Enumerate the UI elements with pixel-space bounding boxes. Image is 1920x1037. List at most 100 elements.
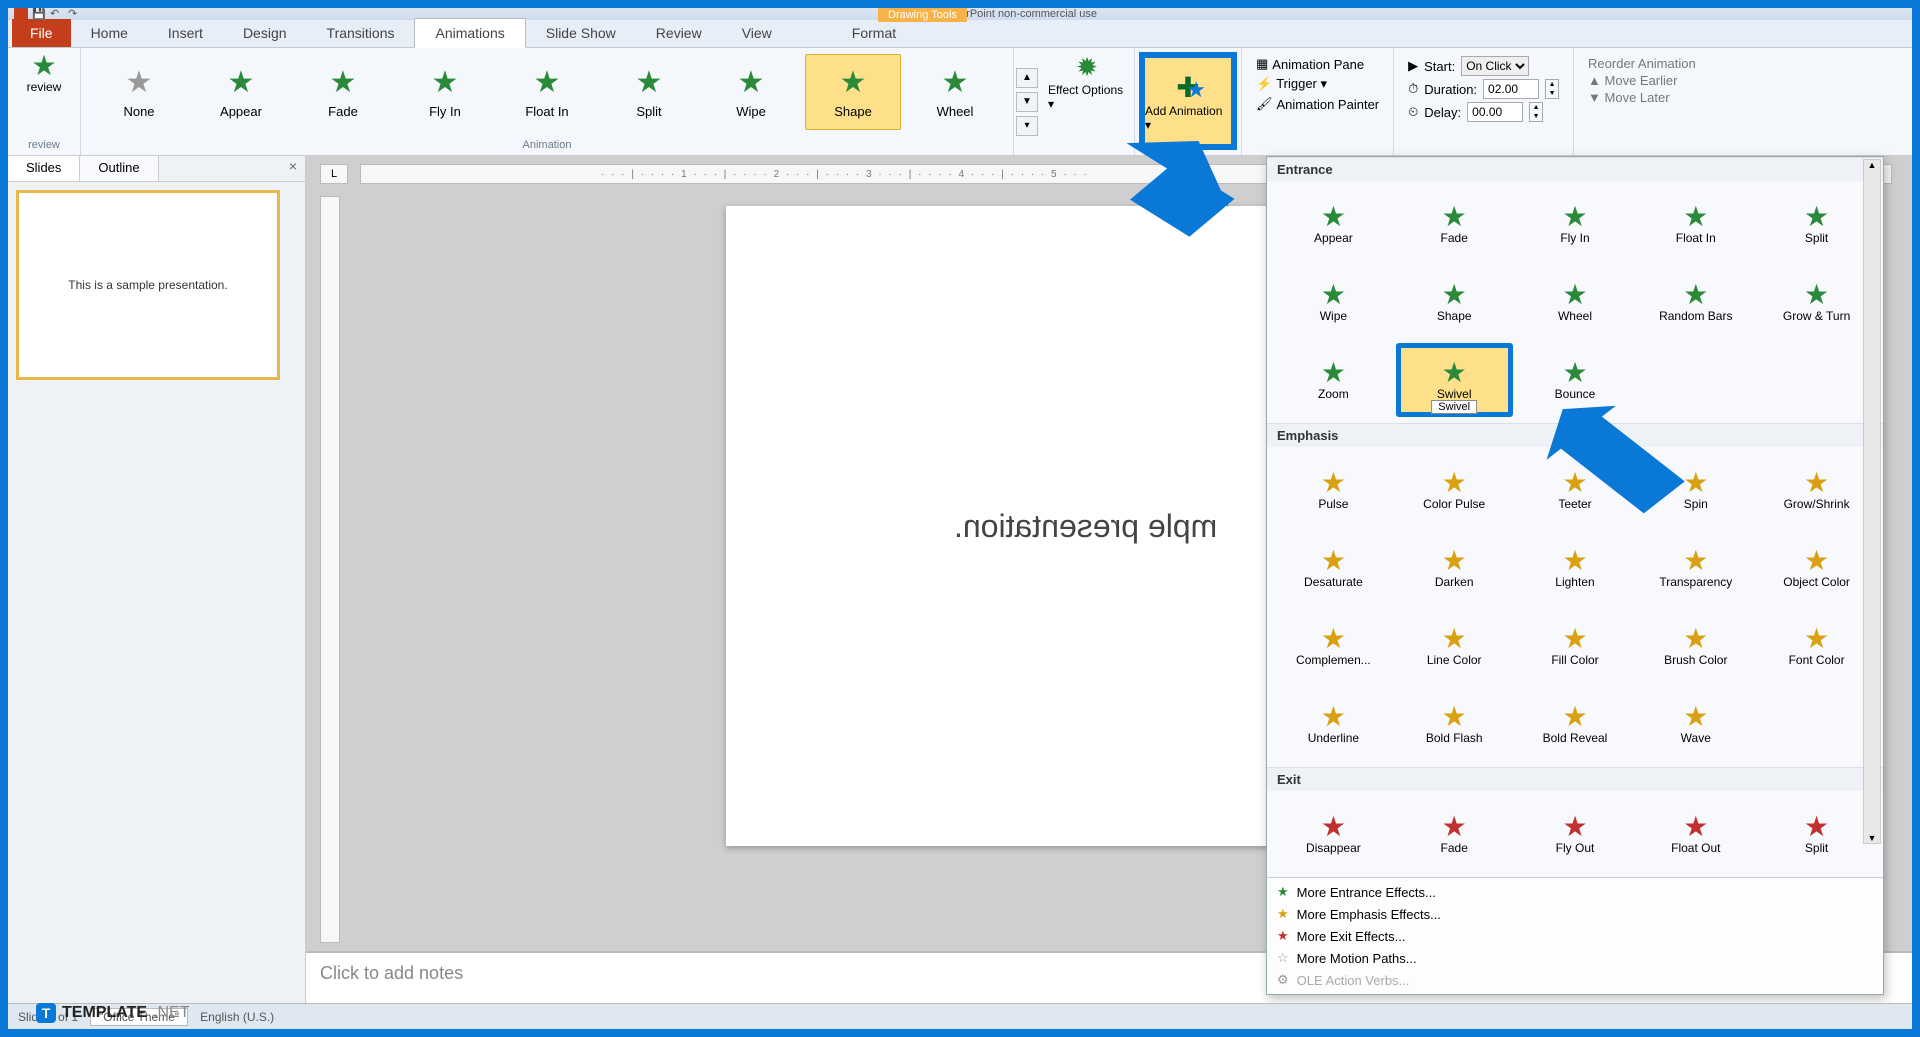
effect-grow-shrink[interactable]: ★Grow/Shrink (1758, 453, 1875, 527)
effect-object-color[interactable]: ★Object Color (1758, 531, 1875, 605)
tab-outline[interactable]: Outline (80, 156, 158, 181)
watermark-icon: T (36, 1003, 56, 1023)
thumb-text: This is a sample presentation. (68, 278, 227, 292)
delay-label: Delay: (1424, 105, 1461, 120)
effect-desaturate[interactable]: ★Desaturate (1275, 531, 1392, 605)
tab-file[interactable]: File (12, 19, 71, 47)
more-motion[interactable]: ☆More Motion Paths... (1277, 950, 1873, 966)
effect-swivel[interactable]: ★Swivel (1396, 343, 1513, 417)
watermark-net: .NET (153, 1004, 189, 1022)
effect-bold-flash[interactable]: ★Bold Flash (1396, 687, 1513, 761)
effect-split[interactable]: ★Split (1758, 187, 1875, 261)
start-label: Start: (1424, 59, 1455, 74)
panel-close[interactable]: × (281, 156, 305, 181)
animation-painter-button[interactable]: 🖌Animation Painter (1256, 96, 1379, 112)
anim-split[interactable]: ★Split (601, 54, 697, 130)
effect-fly-out[interactable]: ★Fly Out (1517, 797, 1634, 871)
anim-float-in[interactable]: ★Float In (499, 54, 595, 130)
effect-options-label: Effect Options ▾ (1048, 83, 1126, 111)
effect-darken[interactable]: ★Darken (1396, 531, 1513, 605)
anim-wheel[interactable]: ★Wheel (907, 54, 1003, 130)
effect-random-bars[interactable]: ★Random Bars (1637, 265, 1754, 339)
effect-label: Desaturate (1304, 575, 1363, 589)
tab-insert[interactable]: Insert (148, 19, 223, 47)
tab-slideshow[interactable]: Slide Show (526, 19, 636, 47)
tab-format[interactable]: Format (832, 19, 916, 47)
effect-bold-reveal[interactable]: ★Bold Reveal (1517, 687, 1634, 761)
trigger-button[interactable]: ⚡Trigger ▾ (1256, 76, 1379, 92)
effect-appear[interactable]: ★Appear (1275, 187, 1392, 261)
slide-text[interactable]: mple presentation. (954, 508, 1217, 545)
start-select[interactable]: On Click (1461, 56, 1529, 76)
effect-font-color[interactable]: ★Font Color (1758, 609, 1875, 683)
effect-pulse[interactable]: ★Pulse (1275, 453, 1392, 527)
effect-split[interactable]: ★Split (1758, 797, 1875, 871)
effect-label: Random Bars (1659, 309, 1732, 323)
effect-fade[interactable]: ★Fade (1396, 797, 1513, 871)
effect-wipe[interactable]: ★Wipe (1275, 265, 1392, 339)
effect-fly-in[interactable]: ★Fly In (1517, 187, 1634, 261)
gallery-down[interactable]: ▼ (1016, 92, 1038, 112)
status-lang[interactable]: English (U.S.) (200, 1010, 274, 1024)
more-exit[interactable]: ★More Exit Effects... (1277, 928, 1873, 944)
effect-wheel[interactable]: ★Wheel (1517, 265, 1634, 339)
effect-options-button[interactable]: ✹ Effect Options ▾ (1048, 52, 1126, 111)
tab-transitions[interactable]: Transitions (307, 19, 415, 47)
pane-icon: ▦ (1256, 56, 1268, 72)
effect-transparency[interactable]: ★Transparency (1637, 531, 1754, 605)
duration-spinner[interactable]: ▲▼ (1545, 79, 1559, 99)
effect-complemen-[interactable]: ★Complemen... (1275, 609, 1392, 683)
more-effects: ★More Entrance Effects... ★More Emphasis… (1267, 877, 1883, 994)
gallery-up[interactable]: ▲ (1016, 68, 1038, 88)
effect-line-color[interactable]: ★Line Color (1396, 609, 1513, 683)
delay-input[interactable] (1467, 102, 1523, 122)
gallery-more[interactable]: ▾ (1016, 116, 1038, 136)
anim-wipe[interactable]: ★Wipe (703, 54, 799, 130)
more-entrance[interactable]: ★More Entrance Effects... (1277, 884, 1873, 900)
preview-button[interactable]: ★ review (16, 52, 72, 94)
anim-shape[interactable]: ★Shape (805, 54, 901, 130)
effect-color-pulse[interactable]: ★Color Pulse (1396, 453, 1513, 527)
move-later-button[interactable]: ▼ Move Later (1588, 90, 1696, 105)
tab-design[interactable]: Design (223, 19, 307, 47)
effect-zoom[interactable]: ★Zoom (1275, 343, 1392, 417)
app-frame: 💾 ↶ ↷ Microsoft PowerPoint non-commercia… (0, 0, 1920, 1037)
anim-label: Fly In (429, 104, 461, 119)
effect-label: Complemen... (1296, 653, 1371, 667)
tab-slides[interactable]: Slides (8, 156, 80, 181)
effect-float-out[interactable]: ★Float Out (1637, 797, 1754, 871)
effect-brush-color[interactable]: ★Brush Color (1637, 609, 1754, 683)
anim-appear[interactable]: ★Appear (193, 54, 289, 130)
effect-label: Fade (1441, 841, 1468, 855)
more-emphasis[interactable]: ★More Emphasis Effects... (1277, 906, 1873, 922)
duration-input[interactable] (1483, 79, 1539, 99)
delay-spinner[interactable]: ▲▼ (1529, 102, 1543, 122)
effect-wave[interactable]: ★Wave (1637, 687, 1754, 761)
effect-float-in[interactable]: ★Float In (1637, 187, 1754, 261)
effect-disappear[interactable]: ★Disappear (1275, 797, 1392, 871)
effect-lighten[interactable]: ★Lighten (1517, 531, 1634, 605)
slide-thumb-1[interactable]: This is a sample presentation. (16, 190, 280, 380)
effect-label: Pulse (1318, 497, 1348, 511)
effect-fade[interactable]: ★Fade (1396, 187, 1513, 261)
anim-none[interactable]: ★None (91, 54, 187, 130)
effect-fill-color[interactable]: ★Fill Color (1517, 609, 1634, 683)
anim-label: Wheel (937, 104, 974, 119)
move-earlier-button[interactable]: ▲ Move Earlier (1588, 73, 1696, 88)
animation-pane-button[interactable]: ▦Animation Pane (1256, 56, 1379, 72)
effect-shape[interactable]: ★Shape (1396, 265, 1513, 339)
anim-label: Wipe (736, 104, 766, 119)
tab-animations[interactable]: Animations (414, 18, 525, 48)
anim-fly-in[interactable]: ★Fly In (397, 54, 493, 130)
effect-underline[interactable]: ★Underline (1275, 687, 1392, 761)
tab-home[interactable]: Home (71, 19, 148, 47)
effect-grow-turn[interactable]: ★Grow & Turn (1758, 265, 1875, 339)
dropdown-scrollbar[interactable]: ▲▼ (1863, 159, 1881, 844)
tab-review[interactable]: Review (636, 19, 722, 47)
anim-fade[interactable]: ★Fade (295, 54, 391, 130)
tab-view[interactable]: View (722, 19, 792, 47)
star-icon: ★ (1321, 359, 1346, 387)
effect-options-icon: ✹ (1076, 52, 1098, 83)
ole-verbs: ⚙OLE Action Verbs... (1277, 972, 1873, 988)
effect-label: Bold Reveal (1543, 731, 1608, 745)
